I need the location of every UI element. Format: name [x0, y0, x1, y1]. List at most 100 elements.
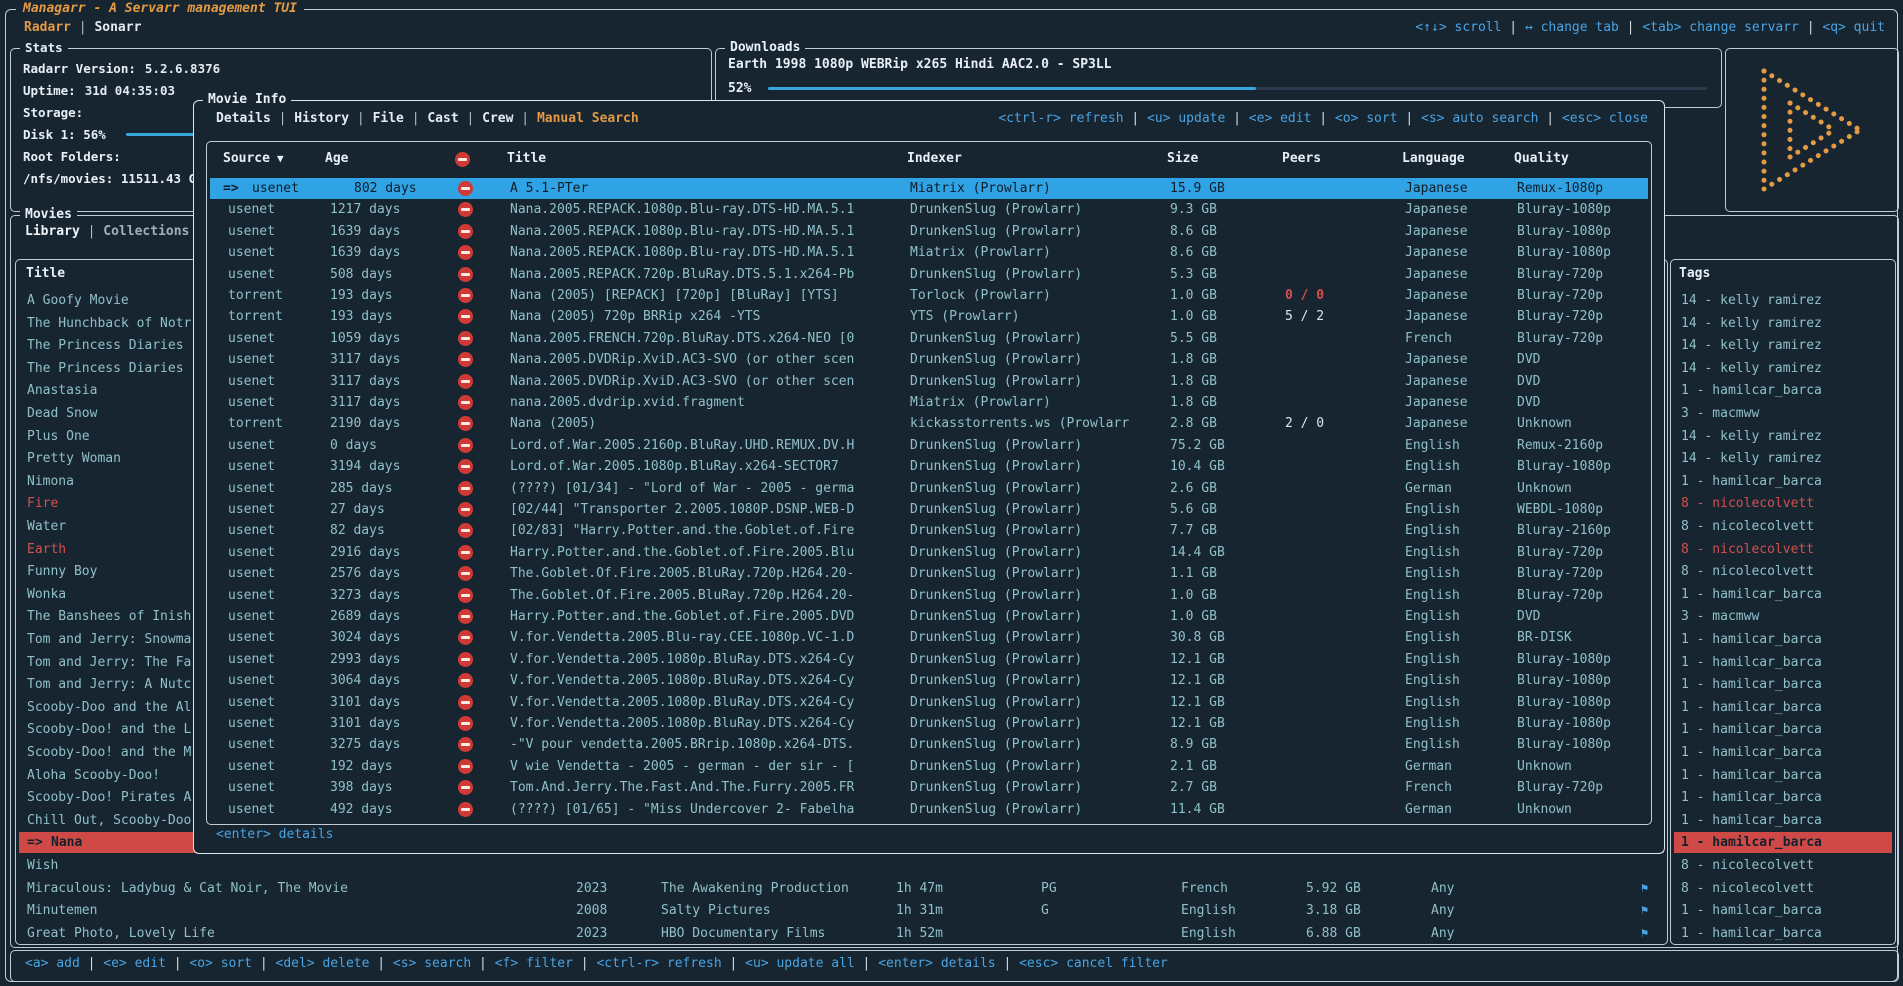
tag-row[interactable]: 1 - hamilcar_barca: [1674, 787, 1892, 808]
movie-title: The Princess Diaries: [27, 335, 184, 356]
rejection-icon: [458, 331, 473, 346]
tag-label: 1 - hamilcar_barca: [1681, 810, 1822, 831]
search-result-row[interactable]: usenet508 daysNana.2005.REPACK.720p.BluR…: [210, 264, 1648, 285]
tag-row[interactable]: 14 - kelly ramirez: [1674, 358, 1892, 379]
search-result-row[interactable]: usenet2689 daysHarry.Potter.and.the.Gobl…: [210, 606, 1648, 627]
search-result-row[interactable]: usenet3101 daysV.for.Vendetta.2005.1080p…: [210, 713, 1648, 734]
result-quality: Bluray-720p: [1517, 542, 1603, 563]
movies-tab-collections[interactable]: Collections: [103, 224, 189, 239]
search-result-row[interactable]: usenet1059 daysNana.2005.FRENCH.720p.Blu…: [210, 328, 1648, 349]
movie-info-tab-crew[interactable]: Crew: [482, 111, 513, 126]
keybind-hint: <s> auto search: [1421, 111, 1538, 126]
search-result-row[interactable]: usenet492 days(????) [01/65] - "Miss Und…: [210, 799, 1648, 820]
downloads-panel-title: Downloads: [725, 39, 805, 57]
tag-row[interactable]: 8 - nicolecolvett: [1674, 855, 1892, 876]
search-result-row[interactable]: usenet3117 daysNana.2005.DVDRip.XviD.AC3…: [210, 371, 1648, 392]
tag-row[interactable]: 14 - kelly ramirez: [1674, 448, 1892, 469]
search-result-row[interactable]: usenet1217 daysNana.2005.REPACK.1080p.Bl…: [210, 199, 1648, 220]
tag-row[interactable]: 14 - kelly ramirez: [1674, 426, 1892, 447]
movie-info-tab-file[interactable]: File: [373, 111, 404, 126]
movie-row[interactable]: Great Photo, Lovely Life2023HBO Document…: [19, 923, 1664, 944]
tag-row[interactable]: 1 - hamilcar_barca: [1674, 471, 1892, 492]
search-result-row[interactable]: usenet285 days(????) [01/34] - "Lord of …: [210, 478, 1648, 499]
tag-row[interactable]: 1 - hamilcar_barca: [1674, 697, 1892, 718]
tag-row[interactable]: 1 - hamilcar_barca: [1674, 923, 1892, 944]
movie-quality-profile: Any: [1431, 900, 1454, 921]
tag-row[interactable]: 8 - nicolecolvett: [1674, 516, 1892, 537]
search-result-row[interactable]: usenet3275 days-"V pour vendetta.2005.BR…: [210, 734, 1648, 755]
movie-info-tab-cast[interactable]: Cast: [427, 111, 458, 126]
tag-row[interactable]: 8 - nicolecolvett: [1674, 539, 1892, 560]
tag-row[interactable]: 1 - hamilcar_barca: [1674, 629, 1892, 650]
result-size: 5.3 GB: [1170, 264, 1217, 285]
search-result-row[interactable]: usenet3117 daysNana.2005.DVDRip.XviD.AC3…: [210, 349, 1648, 370]
tag-row[interactable]: 8 - nicolecolvett: [1674, 878, 1892, 899]
result-quality: DVD: [1517, 392, 1540, 413]
search-result-row[interactable]: usenet2576 daysThe.Goblet.Of.Fire.2005.B…: [210, 563, 1648, 584]
result-language: English: [1405, 499, 1460, 520]
tag-row[interactable]: 14 - kelly ramirez: [1674, 290, 1892, 311]
result-language: Japanese: [1405, 178, 1468, 199]
search-result-row[interactable]: usenet0 daysLord.of.War.2005.2160p.BluRa…: [210, 435, 1648, 456]
tag-row[interactable]: 14 - kelly ramirez: [1674, 335, 1892, 356]
tag-row[interactable]: 3 - macmww: [1674, 403, 1892, 424]
movie-row[interactable]: Miraculous: Ladybug & Cat Noir, The Movi…: [19, 878, 1664, 899]
tag-row[interactable]: 1 - hamilcar_barca: [1674, 584, 1892, 605]
tag-row[interactable]: 1 - hamilcar_barca: [1674, 674, 1892, 695]
tag-row[interactable]: 1 - hamilcar_barca: [1674, 652, 1892, 673]
result-source: usenet: [228, 649, 275, 670]
tag-row[interactable]: 1 - hamilcar_barca: [1674, 810, 1892, 831]
rejection-icon: [458, 737, 473, 752]
keybind-hint: <q> quit: [1822, 20, 1885, 35]
tag-row[interactable]: 1 - hamilcar_barca: [1674, 900, 1892, 921]
search-result-row[interactable]: torrent193 daysNana (2005) [REPACK] [720…: [210, 285, 1648, 306]
search-result-row[interactable]: usenet3273 daysThe.Goblet.Of.Fire.2005.B…: [210, 585, 1648, 606]
search-result-row[interactable]: usenet3064 daysV.for.Vendetta.2005.1080p…: [210, 670, 1648, 691]
result-language: Japanese: [1405, 285, 1468, 306]
search-result-row[interactable]: usenet3024 daysV.for.Vendetta.2005.Blu-r…: [210, 627, 1648, 648]
movie-row[interactable]: Wish: [19, 855, 1664, 876]
selected-marker: =>: [27, 832, 43, 853]
result-indexer: DrunkenSlug (Prowlarr): [910, 221, 1082, 242]
search-result-row[interactable]: =>usenet802 daysA 5.1-PTerMiatrix (Prowl…: [210, 178, 1648, 199]
search-result-row[interactable]: torrent2190 daysNana (2005)kickasstorren…: [210, 413, 1648, 434]
app-title: Managarr - A Servarr management TUI: [16, 1, 304, 16]
tag-row[interactable]: 1 - hamilcar_barca: [1674, 380, 1892, 401]
search-result-row[interactable]: torrent193 daysNana (2005) 720p BRRip x2…: [210, 306, 1648, 327]
managarr-play-logo-icon: [1750, 63, 1874, 197]
search-result-row[interactable]: usenet192 daysV wie Vendetta - 2005 - ge…: [210, 756, 1648, 777]
search-result-row[interactable]: usenet398 daysTom.And.Jerry.The.Fast.And…: [210, 777, 1648, 798]
movie-info-tab-manual-search[interactable]: Manual Search: [537, 111, 639, 126]
search-result-row[interactable]: usenet2993 daysV.for.Vendetta.2005.1080p…: [210, 649, 1648, 670]
tag-row[interactable]: 8 - nicolecolvett: [1674, 493, 1892, 514]
tag-row[interactable]: 1 - hamilcar_barca: [1674, 719, 1892, 740]
movies-tab-library[interactable]: Library: [25, 224, 80, 239]
tag-row[interactable]: 8 - nicolecolvett: [1674, 561, 1892, 582]
search-result-row[interactable]: usenet3117 daysnana.2005.dvdrip.xvid.fra…: [210, 392, 1648, 413]
servarr-tab-radarr[interactable]: Radarr: [24, 20, 71, 35]
result-quality: Bluray-1080p: [1517, 456, 1611, 477]
tag-row[interactable]: 1 - hamilcar_barca: [1674, 742, 1892, 763]
tag-row[interactable]: 3 - macmww: [1674, 606, 1892, 627]
search-result-row[interactable]: usenet82 days[02/83] "Harry.Potter.and.t…: [210, 520, 1648, 541]
result-peers: 2 / 0: [1285, 413, 1324, 434]
tag-row[interactable]: 14 - kelly ramirez: [1674, 313, 1892, 334]
result-source: usenet: [228, 435, 275, 456]
result-age: 2190 days: [330, 413, 400, 434]
tag-row[interactable]: 1 - hamilcar_barca: [1674, 765, 1892, 786]
movie-language: English: [1181, 923, 1236, 944]
search-result-row[interactable]: usenet1639 daysNana.2005.REPACK.1080p.Bl…: [210, 242, 1648, 263]
search-result-row[interactable]: usenet3194 daysLord.of.War.2005.1080p.Bl…: [210, 456, 1648, 477]
movie-info-tab-details[interactable]: Details: [216, 111, 271, 126]
search-result-row[interactable]: usenet1639 daysNana.2005.REPACK.1080p.Bl…: [210, 221, 1648, 242]
tag-row[interactable]: 1 - hamilcar_barca: [1674, 832, 1892, 853]
movie-row[interactable]: Minutemen2008Salty Pictures1h 31mGEnglis…: [19, 900, 1664, 921]
search-result-row[interactable]: usenet27 days[02/44] "Transporter 2.2005…: [210, 499, 1648, 520]
tag-label: 14 - kelly ramirez: [1681, 335, 1822, 356]
result-size: 2.7 GB: [1170, 777, 1217, 798]
search-result-row[interactable]: usenet3101 daysV.for.Vendetta.2005.1080p…: [210, 692, 1648, 713]
search-result-row[interactable]: usenet2916 daysHarry.Potter.and.the.Gobl…: [210, 542, 1648, 563]
movie-info-tab-history[interactable]: History: [294, 111, 349, 126]
servarr-tab-sonarr[interactable]: Sonarr: [94, 20, 141, 35]
result-indexer: DrunkenSlug (Prowlarr): [910, 478, 1082, 499]
